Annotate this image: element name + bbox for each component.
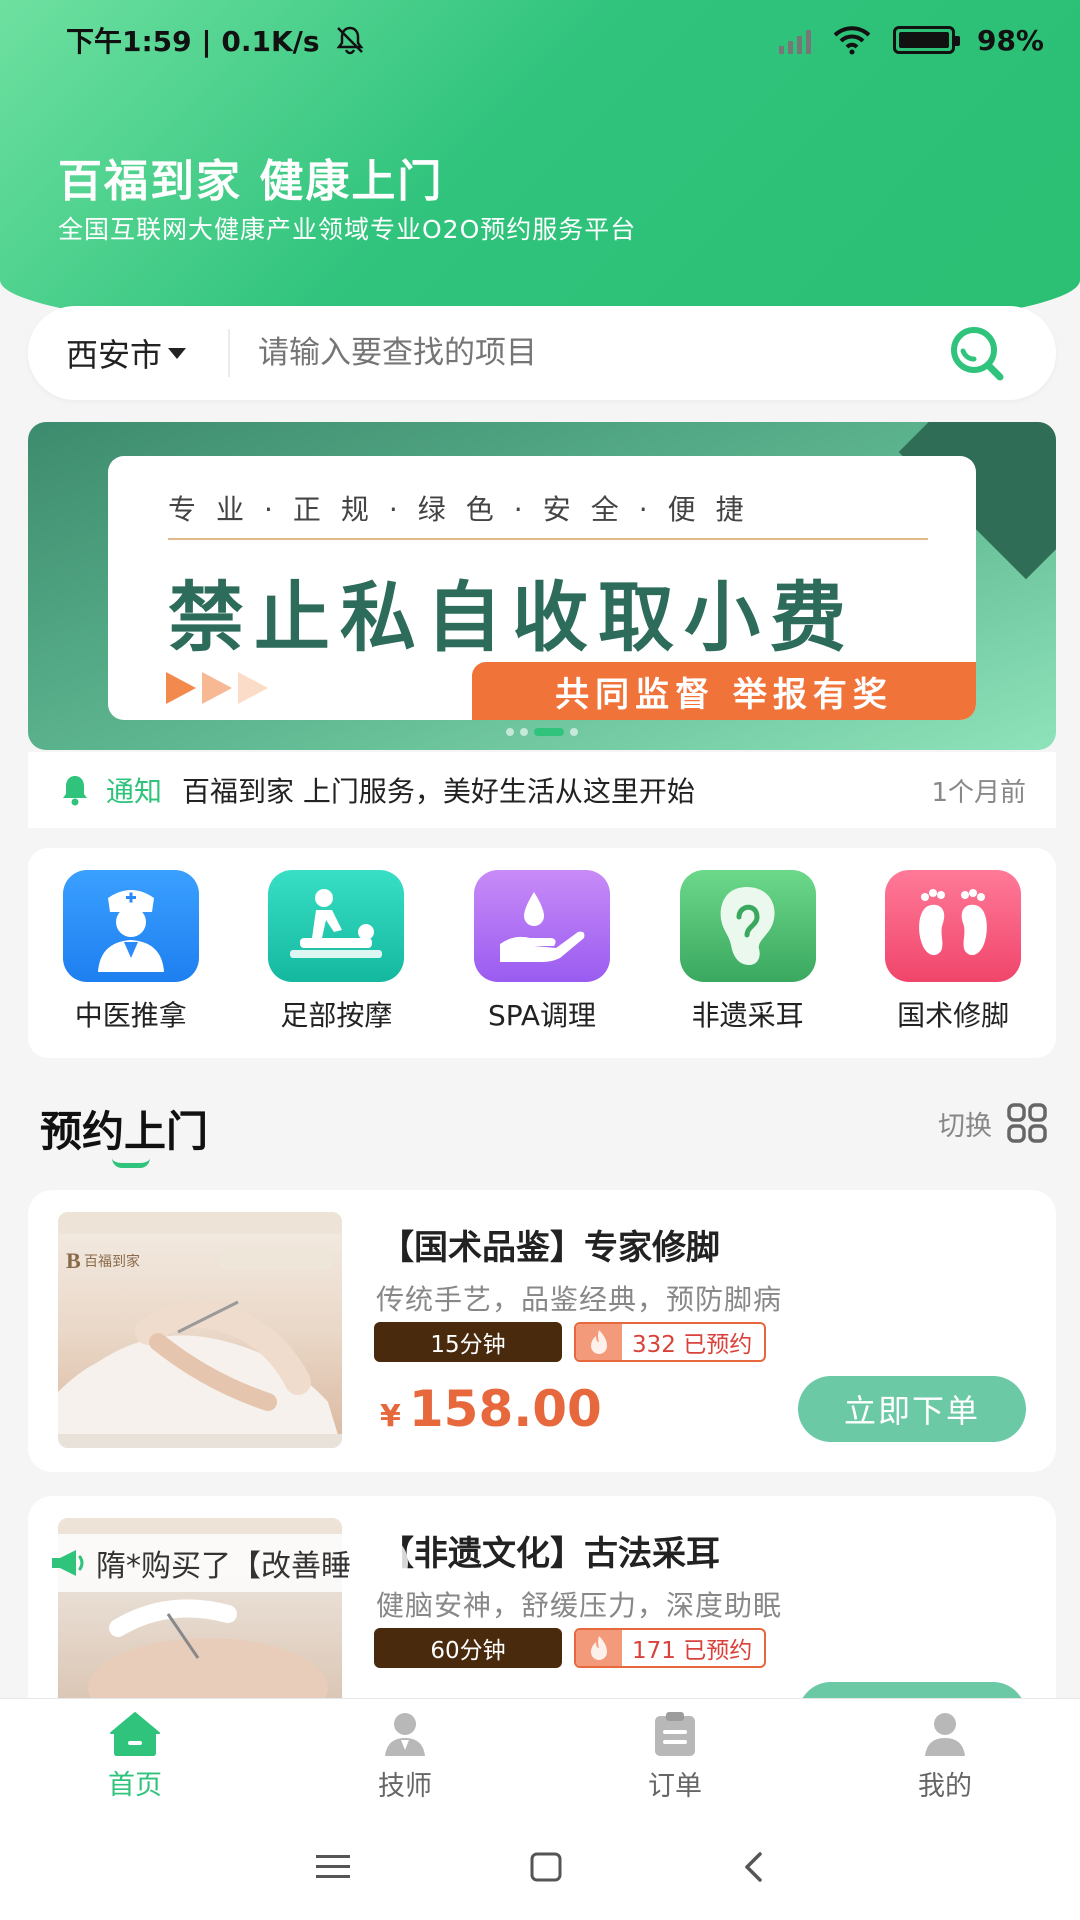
category-label: 中医推拿 — [74, 999, 187, 1032]
price: ¥ 158.00 — [380, 1380, 602, 1438]
header-subtitle: 全国互联网大健康产业领域专业O2O预约服务平台 — [58, 215, 637, 244]
banner-card: 专业·正规·绿色·安全·便捷 禁止私自收取小费 共同监督 举报有奖 — [108, 456, 976, 720]
tab-technician[interactable]: 技师 — [270, 1699, 540, 1814]
service-card[interactable]: B 百福到家 【国术品鉴】专家修脚 传统手艺，品鉴经典，预防脚病 15分钟 33… — [28, 1190, 1056, 1472]
category-label: 非遗采耳 — [691, 999, 804, 1032]
tab-label: 订单 — [648, 1771, 702, 1802]
fire-icon — [576, 1324, 622, 1360]
banner-tagline: 专业·正规·绿色·安全·便捷 — [168, 493, 764, 526]
service-title: 【非遗文化】古法采耳 — [380, 1534, 720, 1574]
switch-label: 切换 — [938, 1110, 992, 1142]
category-item[interactable]: 非遗采耳 — [668, 870, 828, 1058]
system-nav-bar — [0, 1814, 1080, 1920]
battery-icon — [892, 26, 960, 54]
notice-text: 百福到家 上门服务，美好生活从这里开始 — [182, 775, 695, 808]
booked-badge: 171 已预约 — [574, 1628, 767, 1668]
category-item[interactable]: 足部按摩 — [256, 870, 416, 1058]
technician-icon — [385, 1713, 425, 1756]
home-icon — [110, 1712, 160, 1756]
status-bar: 下午1:59 | 0.1K/s 98% — [0, 0, 1080, 80]
banner-pill: 共同监督 举报有奖 — [472, 662, 976, 720]
banner-headline: 禁止私自收取小费 — [168, 573, 856, 662]
ear-icon — [679, 870, 816, 982]
tab-profile[interactable]: 我的 — [810, 1699, 1080, 1814]
price-value: 158.00 — [408, 1380, 602, 1438]
menu-icon[interactable] — [316, 1853, 350, 1881]
back-icon[interactable] — [742, 1851, 764, 1883]
duration-badge: 15分钟 — [374, 1322, 562, 1362]
tab-orders[interactable]: 订单 — [540, 1699, 810, 1814]
notice-time: 1个月前 — [931, 777, 1026, 808]
category-grid: 中医推拿 足部按摩 SPA调理 非遗采耳 国术修脚 — [28, 848, 1056, 1058]
promo-banner[interactable]: 专业·正规·绿色·安全·便捷 禁止私自收取小费 共同监督 举报有奖 — [28, 422, 1056, 750]
profile-icon — [925, 1713, 965, 1756]
arrows-icon — [166, 672, 268, 704]
doctor-icon — [62, 870, 199, 982]
notice-tag: 通知 — [106, 775, 163, 808]
toast-text: 隋*购买了【改善睡 — [96, 1549, 351, 1584]
signal-icon — [778, 26, 811, 54]
home-nav-icon[interactable] — [530, 1852, 562, 1882]
duration-badge: 60分钟 — [374, 1628, 562, 1668]
bottom-tab-bar: 首页 技师 订单 我的 — [0, 1698, 1080, 1814]
service-desc: 传统手艺，品鉴经典，预防脚病 — [376, 1283, 783, 1316]
switch-view-button[interactable]: 切换 — [938, 1102, 1048, 1144]
city-selector[interactable]: 西安市 — [28, 329, 230, 377]
search-bar: 西安市 — [28, 306, 1056, 400]
booked-count: 332 已预约 — [632, 1332, 753, 1358]
service-desc: 健脑安神，舒缓压力，深度助眠 — [376, 1589, 783, 1622]
status-time: 下午1:59 | 0.1K/s — [66, 25, 320, 58]
image-brand-text: 百福到家 — [84, 1253, 140, 1270]
header-title: 百福到家 健康上门 — [58, 156, 444, 207]
city-label: 西安市 — [66, 336, 163, 374]
order-icon — [655, 1712, 695, 1756]
booked-badge: 332 已预约 — [574, 1322, 767, 1362]
tab-label: 首页 — [108, 1770, 162, 1801]
section-underline — [112, 1158, 150, 1168]
grid-icon — [1007, 1103, 1047, 1143]
service-title: 【国术品鉴】专家修脚 — [380, 1228, 720, 1268]
caret-down-icon — [168, 347, 187, 359]
category-item[interactable]: 国术修脚 — [873, 870, 1033, 1058]
search-icon[interactable] — [936, 313, 1016, 393]
bell-icon — [63, 776, 87, 806]
feet-icon — [885, 870, 1022, 982]
category-label: 足部按摩 — [280, 999, 393, 1032]
category-label: 国术修脚 — [897, 999, 1010, 1032]
currency-symbol: ¥ — [380, 1399, 401, 1434]
carousel-indicator — [506, 728, 578, 736]
battery-level: 98% — [976, 23, 1044, 57]
tab-label: 技师 — [378, 1771, 432, 1802]
svg-text:B: B — [66, 1248, 81, 1273]
order-now-button[interactable]: 立即下单 — [798, 1376, 1026, 1442]
tab-label: 我的 — [918, 1771, 972, 1802]
service-card[interactable]: 【非遗文化】古法采耳 健脑安神，舒缓压力，深度助眠 60分钟 171 已预约 — [28, 1496, 1056, 1698]
spa-hand-icon — [473, 870, 610, 982]
notice-bar[interactable]: 通知 百福到家 上门服务，美好生活从这里开始 1个月前 — [28, 752, 1056, 828]
category-item[interactable]: SPA调理 — [462, 870, 622, 1058]
massage-icon — [268, 870, 405, 982]
service-image: B 百福到家 — [58, 1212, 342, 1448]
fire-icon — [576, 1630, 622, 1666]
megaphone-icon — [52, 1550, 84, 1576]
tab-home[interactable]: 首页 — [0, 1699, 270, 1814]
mute-icon — [336, 26, 364, 55]
purchase-toast: 隋*购买了【改善睡 — [32, 1534, 408, 1592]
section-title: 预约上门 — [40, 1107, 209, 1156]
search-input[interactable] — [230, 335, 936, 371]
category-item[interactable]: 中医推拿 — [51, 870, 211, 1058]
booked-count: 171 已预约 — [632, 1638, 753, 1664]
wifi-icon — [833, 26, 871, 55]
order-now-button[interactable] — [798, 1682, 1026, 1698]
category-label: SPA调理 — [487, 999, 596, 1032]
